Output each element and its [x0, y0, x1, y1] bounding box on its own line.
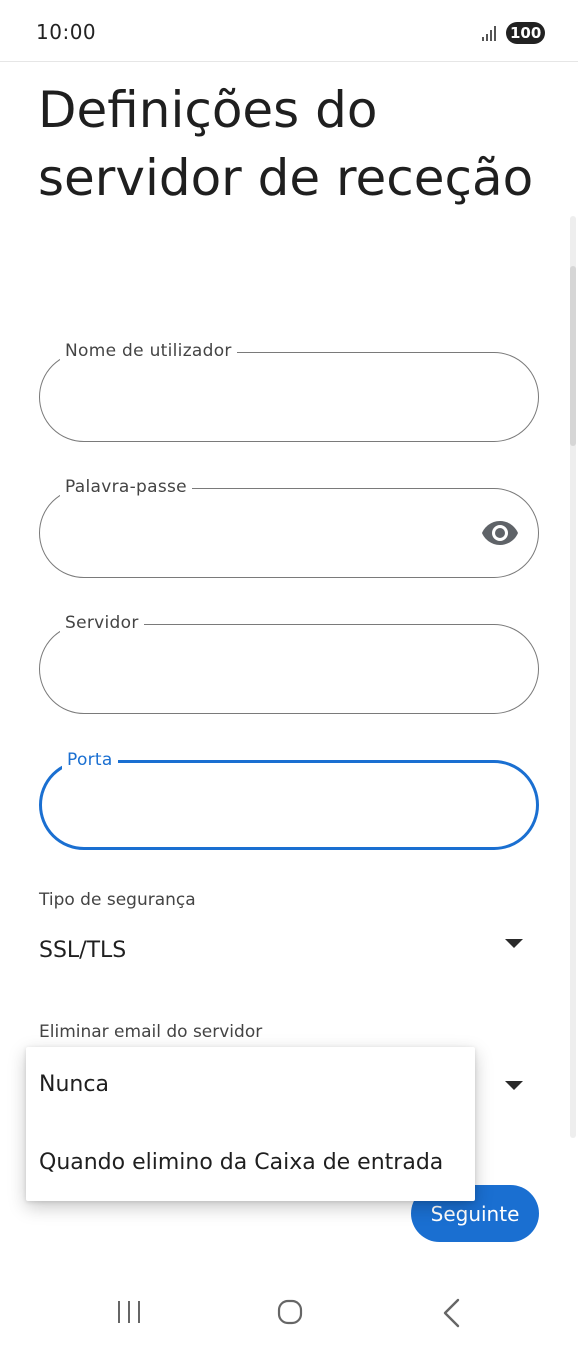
delete-email-dropdown-arrow-icon[interactable]: [505, 1081, 523, 1090]
password-label: Palavra-passe: [60, 476, 192, 498]
recents-icon[interactable]: [114, 1300, 144, 1324]
password-input[interactable]: [64, 515, 488, 553]
port-input[interactable]: [66, 789, 490, 827]
port-label: Porta: [62, 749, 118, 771]
server-input[interactable]: [64, 651, 488, 689]
delete-email-options-menu: Nunca Quando elimino da Caixa de entrada: [26, 1047, 475, 1201]
username-field[interactable]: Nome de utilizador: [39, 340, 539, 442]
port-field[interactable]: Porta: [39, 749, 539, 850]
delete-email-label: Eliminar email do servidor: [39, 1022, 263, 1042]
page-title: Definições do servidor de receção: [38, 81, 534, 207]
battery-level: 100: [506, 22, 546, 44]
eye-icon[interactable]: [481, 520, 519, 546]
status-time: 10:00: [36, 20, 97, 44]
screen: 10:00 100 Definições do servidor de rece…: [0, 0, 578, 1348]
signal-bars-icon: [482, 26, 496, 41]
navigation-bar: [0, 1252, 578, 1348]
server-label: Servidor: [60, 612, 144, 634]
server-field[interactable]: Servidor: [39, 612, 539, 714]
username-input[interactable]: [64, 379, 488, 417]
scrollbar-thumb[interactable]: [570, 266, 576, 446]
security-type-dropdown-arrow-icon[interactable]: [505, 939, 523, 948]
menu-item-when-deleted-from-inbox[interactable]: Quando elimino da Caixa de entrada: [26, 1125, 475, 1201]
scrollbar[interactable]: [570, 216, 576, 1138]
back-icon[interactable]: [440, 1298, 462, 1328]
security-type-value[interactable]: SSL/TLS: [39, 938, 126, 963]
username-label: Nome de utilizador: [60, 340, 237, 362]
status-bar: 10:00 100: [0, 0, 578, 62]
home-icon[interactable]: [277, 1299, 303, 1325]
password-field[interactable]: Palavra-passe: [39, 476, 539, 578]
security-type-label: Tipo de segurança: [39, 890, 196, 910]
menu-item-never[interactable]: Nunca: [26, 1047, 475, 1123]
